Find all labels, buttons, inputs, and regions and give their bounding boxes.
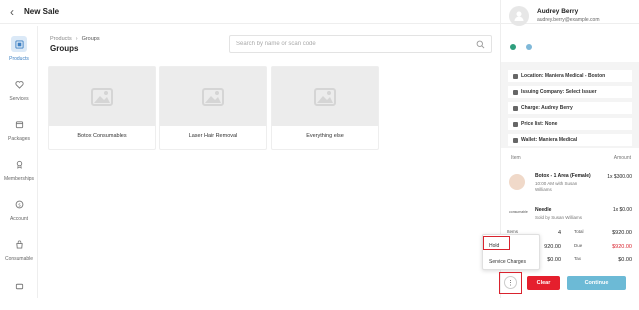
total-label: Total: [574, 229, 584, 234]
due-label: Due: [574, 243, 583, 248]
sidebar-item-account[interactable]: $ Account: [0, 196, 38, 228]
chevron-left-icon[interactable]: ‹: [4, 4, 20, 20]
wallet-icon: [513, 137, 518, 143]
group-card[interactable]: Botox Consumables: [48, 66, 156, 150]
sidebar-item-label: Products: [9, 56, 29, 62]
group-thumbnail: [160, 67, 266, 126]
packages-icon: [11, 116, 27, 132]
charge-label: Charge: Audrey Berry: [521, 105, 573, 111]
consumable-icon: [11, 236, 27, 252]
sidebar-item-label: Memberships: [3, 176, 34, 182]
edit-badge-icon[interactable]: [510, 44, 516, 50]
sidebar-item-label: Services: [9, 96, 29, 102]
list-icon: [11, 278, 27, 294]
tax-value: $0.00: [618, 257, 632, 263]
group-card[interactable]: Everything else: [271, 66, 379, 150]
group-label: Laser Hair Removal: [188, 133, 238, 139]
avatar[interactable]: [509, 6, 529, 26]
price-list-label: Price list: None: [521, 121, 558, 127]
location-icon: [513, 73, 518, 79]
clear-button[interactable]: Clear: [527, 276, 560, 290]
building-icon: [513, 89, 518, 95]
continue-button[interactable]: Continue: [567, 276, 626, 290]
amount-column-header: Amount: [613, 155, 631, 161]
item-name: Needle: [535, 207, 552, 213]
item-column-header: Item: [511, 155, 521, 161]
sidebar-item-services[interactable]: Services: [0, 76, 38, 108]
search-icon[interactable]: [476, 40, 485, 49]
location-row[interactable]: Location: Maniera Medical - Boston: [508, 70, 632, 82]
item-detail: 10:00 AM with Susan Williams: [535, 181, 578, 192]
svg-text:$: $: [18, 202, 21, 208]
memberships-icon: [11, 156, 27, 172]
hold-highlight: [483, 236, 510, 250]
user-icon: [514, 11, 524, 21]
image-placeholder-icon: [314, 87, 336, 106]
sidebar-item-more[interactable]: [0, 278, 38, 310]
breadcrumb-products[interactable]: Products: [50, 36, 72, 42]
card-icon: [513, 105, 518, 111]
sidebar-item-label: Consumable: [4, 256, 34, 262]
item-name: Botox - 1 Area (Female): [535, 173, 591, 179]
items-count: 4: [557, 230, 561, 236]
image-placeholder-icon: [91, 87, 113, 106]
group-thumbnail: [49, 67, 155, 126]
sidebar-item-packages[interactable]: Packages: [0, 116, 38, 148]
group-label: Everything else: [306, 133, 344, 139]
sidebar-item-consumable[interactable]: Consumable: [0, 236, 38, 268]
breadcrumb: Products › Groups: [50, 36, 100, 42]
wallet-row[interactable]: Wallet: Maniera Medical: [508, 134, 632, 146]
sidebar: Products Services Packages Memberships $…: [0, 26, 38, 298]
price-list-row[interactable]: Price list: None: [508, 118, 632, 130]
due-value: $920.00: [612, 244, 632, 250]
breadcrumb-groups: Groups: [81, 36, 100, 42]
customer-email: audrey.berry@example.com: [537, 17, 600, 23]
item-logo: consumable: [509, 210, 528, 214]
page-heading: Groups: [50, 44, 79, 53]
sidebar-item-label: Account: [9, 216, 29, 222]
search-box: [229, 35, 492, 53]
location-label: Location: Maniera Medical - Boston: [521, 73, 606, 79]
more-options-highlight: [499, 272, 522, 294]
account-icon: $: [11, 196, 27, 212]
issuing-company-label: Issuing Company: Select Issuer: [521, 89, 597, 95]
group-label: Botox Consumables: [77, 133, 127, 139]
services-icon: [11, 76, 27, 92]
tax-label: Tax: [574, 256, 582, 261]
item-price: 1x $0.00: [612, 207, 632, 213]
sidebar-item-memberships[interactable]: Memberships: [0, 156, 38, 188]
group-thumbnail: [272, 67, 378, 126]
item-detail: Sold by Susan Williams: [535, 215, 583, 220]
group-card[interactable]: Laser Hair Removal: [159, 66, 267, 150]
image-placeholder-icon: [202, 87, 224, 106]
charge-row[interactable]: Charge: Audrey Berry: [508, 102, 632, 114]
issuing-company-row[interactable]: Issuing Company: Select Issuer: [508, 86, 632, 98]
breadcrumb-separator: ›: [75, 36, 78, 42]
products-icon: [11, 36, 27, 52]
sidebar-item-products[interactable]: Products: [0, 36, 38, 68]
page-title: New Sale: [24, 7, 60, 16]
customer-name[interactable]: Audrey Berry: [537, 8, 578, 15]
item-price: 1x $300.00: [607, 174, 632, 180]
total-value: $920.00: [612, 230, 632, 236]
tag-icon: [513, 121, 518, 127]
info-badge-icon[interactable]: [526, 44, 532, 50]
sidebar-item-label: Packages: [8, 136, 30, 142]
menu-item-service-charges[interactable]: Service Charges: [483, 255, 541, 269]
search-input[interactable]: [236, 41, 466, 47]
sale-info-panel: Location: Maniera Medical - Boston Issui…: [501, 62, 639, 148]
wallet-label: Wallet: Maniera Medical: [521, 137, 578, 143]
item-image: [509, 174, 525, 190]
main-content: Products›Groups Groups Botox Consumables…: [38, 26, 498, 298]
